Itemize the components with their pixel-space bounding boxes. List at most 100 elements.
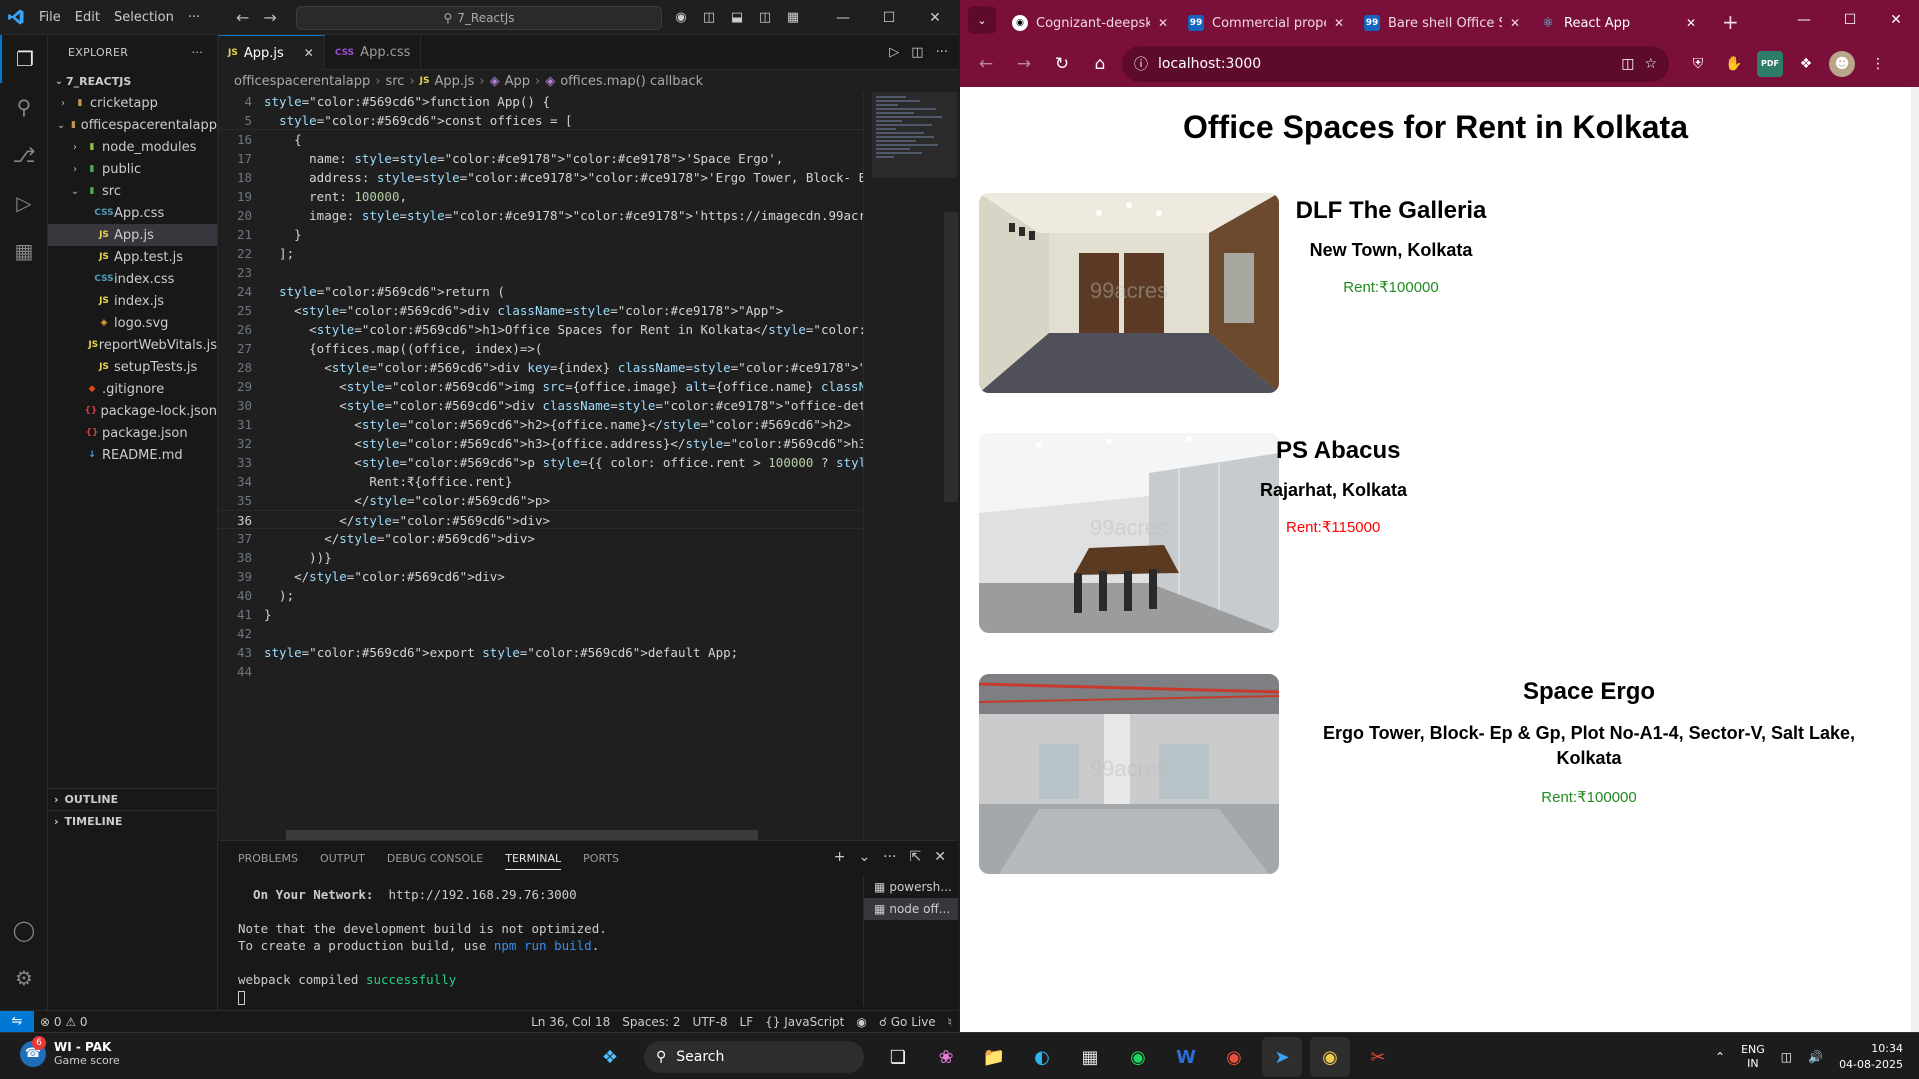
file-tree-item[interactable]: › ▮ public xyxy=(48,158,217,180)
breadcrumb-folder[interactable]: officespacerentalapp xyxy=(234,74,370,89)
spotify-icon[interactable]: ◉ xyxy=(1118,1037,1158,1077)
file-tree-item[interactable]: JS setupTests.js xyxy=(48,356,217,378)
tab-ports[interactable]: PORTS xyxy=(583,852,619,865)
copilot-status-icon[interactable]: ◉ xyxy=(850,1015,872,1029)
pdf-extension-icon[interactable]: PDF xyxy=(1757,50,1783,77)
file-tree-item[interactable]: ◈ logo.svg xyxy=(48,312,217,334)
chrome-tab-github[interactable]: ◉ Cognizant-deepskilling ✕ xyxy=(1002,6,1178,40)
horizontal-scrollbar[interactable] xyxy=(286,830,758,840)
file-tree-item[interactable]: {} package.json xyxy=(48,422,217,444)
workspace-root[interactable]: ⌄ 7_REACTJS xyxy=(48,70,217,92)
cursor-position[interactable]: Ln 36, Col 18 xyxy=(525,1015,616,1029)
encoding[interactable]: UTF-8 xyxy=(687,1015,734,1029)
back-arrow-icon[interactable]: ← xyxy=(970,48,1002,80)
minimap[interactable] xyxy=(863,92,958,838)
close-tab-icon[interactable]: ✕ xyxy=(1334,16,1344,30)
bookmark-star-icon[interactable]: ☆ xyxy=(1644,56,1657,72)
close-panel-icon[interactable]: ✕ xyxy=(934,849,946,865)
task-view-icon[interactable]: ❏ xyxy=(878,1037,918,1077)
close-icon[interactable]: ✕ xyxy=(1873,0,1919,40)
edge-browser-icon[interactable]: ◐ xyxy=(1022,1037,1062,1077)
file-explorer-icon[interactable]: 📁 xyxy=(974,1037,1014,1077)
close-tab-icon[interactable]: ✕ xyxy=(1686,16,1696,30)
close-tab-icon[interactable]: ✕ xyxy=(1158,16,1168,30)
tab-terminal[interactable]: TERMINAL xyxy=(505,847,562,870)
chrome-tab-react-app[interactable]: ⚛ React App ✕ xyxy=(1530,6,1706,40)
menu-selection[interactable]: Selection xyxy=(107,0,181,35)
split-editor-icon[interactable]: ◫ xyxy=(911,45,923,60)
timeline-section[interactable]: › TIMELINE xyxy=(48,810,217,832)
file-tree-item[interactable]: JS index.js xyxy=(48,290,217,312)
file-tree-item[interactable]: JS App.js xyxy=(48,224,217,246)
file-tree-item[interactable]: › ▮ node_modules xyxy=(48,136,217,158)
notifications-bell-icon[interactable]: ♮ xyxy=(942,1015,958,1029)
run-icon[interactable]: ▷ xyxy=(889,45,899,60)
menu-edit[interactable]: Edit xyxy=(68,0,107,35)
chevron-up-icon[interactable]: ⌃ xyxy=(1715,1050,1725,1064)
indentation[interactable]: Spaces: 2 xyxy=(616,1015,686,1029)
maximize-icon[interactable]: ☐ xyxy=(1827,0,1873,40)
volume-icon[interactable]: 🔊 xyxy=(1808,1050,1823,1064)
breadcrumb-file[interactable]: App.js xyxy=(434,74,474,89)
chrome-tab-bare-shell[interactable]: 99 Bare shell Office Space ✕ xyxy=(1354,6,1530,40)
file-tree-item[interactable]: CSS App.css xyxy=(48,202,217,224)
profile-avatar[interactable]: ☻ xyxy=(1829,50,1855,77)
extensions-icon[interactable]: ▦ xyxy=(0,227,48,275)
microsoft-store-icon[interactable]: ▦ xyxy=(1070,1037,1110,1077)
reload-icon[interactable]: ↻ xyxy=(1046,48,1078,80)
menu-file[interactable]: File xyxy=(32,0,68,35)
minimize-icon[interactable]: — xyxy=(820,0,866,35)
outline-section[interactable]: › OUTLINE xyxy=(48,788,217,810)
vertical-scrollbar[interactable] xyxy=(944,212,958,502)
minimize-icon[interactable]: — xyxy=(1781,0,1827,40)
terminal-powershell[interactable]: ▦ powersh... xyxy=(864,876,958,898)
file-tree-item[interactable]: CSS index.css xyxy=(48,268,217,290)
taskbar-search[interactable]: ⚲ Search xyxy=(644,1041,864,1073)
terminal-output[interactable]: On Your Network: http://192.168.29.76:30… xyxy=(238,886,868,1005)
file-tree-item[interactable]: ⌄ ▮ officespacerentalapp xyxy=(48,114,217,136)
command-search-box[interactable]: ⚲ 7_ReactJs xyxy=(296,6,662,30)
word-icon[interactable]: W xyxy=(1166,1037,1206,1077)
copilot-icon[interactable]: ❀ xyxy=(926,1037,966,1077)
terminal-network-url[interactable]: http://192.168.29.76:3000 xyxy=(389,887,577,902)
new-terminal-icon[interactable]: + xyxy=(834,849,846,865)
widgets-button[interactable]: ☎ 6 WI - PAK Game score xyxy=(20,1035,120,1067)
terminal-node[interactable]: ▦ node off... xyxy=(864,898,958,920)
explorer-icon[interactable]: ❐ xyxy=(0,35,48,83)
file-tree-item[interactable]: › ▮ cricketapp xyxy=(48,92,217,114)
breadcrumb-function[interactable]: App xyxy=(505,74,530,89)
tab-app-js[interactable]: JS App.js ✕ xyxy=(218,35,325,70)
copilot-icon[interactable]: ◉ xyxy=(672,9,690,27)
forward-arrow-icon[interactable]: → xyxy=(1008,48,1040,80)
toggle-sidebar-icon[interactable]: ◫ xyxy=(700,9,718,27)
file-tree-item[interactable]: {} package-lock.json xyxy=(48,400,218,422)
chrome-taskbar-icon[interactable]: ◉ xyxy=(1310,1037,1350,1077)
vscode-taskbar-icon[interactable]: ➤ xyxy=(1262,1037,1302,1077)
network-icon[interactable]: ◫ xyxy=(1781,1050,1792,1064)
breadcrumb-src[interactable]: src xyxy=(385,74,404,89)
snipping-tool-icon[interactable]: ✂ xyxy=(1358,1037,1398,1077)
explorer-more-icon[interactable]: ··· xyxy=(192,46,203,59)
layout-icon[interactable]: ▦ xyxy=(784,9,802,27)
chrome-menu-icon[interactable]: ⋮ xyxy=(1865,51,1891,77)
tab-search-icon[interactable]: ⌄ xyxy=(968,6,996,34)
more-actions-icon[interactable]: ··· xyxy=(936,45,948,60)
search-icon[interactable]: ⚲ xyxy=(0,83,48,131)
source-control-icon[interactable]: ⎇ xyxy=(0,131,48,179)
code-editor[interactable]: 4 style="color:#569cd6">function App() {5… xyxy=(218,92,863,838)
more-actions-icon[interactable]: ··· xyxy=(883,849,896,865)
extensions-puzzle-icon[interactable]: ❖ xyxy=(1793,51,1819,77)
file-tree-item[interactable]: JS App.test.js xyxy=(48,246,217,268)
menu-more[interactable]: ··· xyxy=(181,0,207,35)
shield-extension-icon[interactable]: ⛨ xyxy=(1685,51,1711,77)
close-tab-icon[interactable]: ✕ xyxy=(1510,16,1520,30)
file-tree-item[interactable]: ↓ README.md xyxy=(48,444,217,466)
chrome-tab-commercial[interactable]: 99 Commercial property ✕ xyxy=(1178,6,1354,40)
language-mode[interactable]: {} JavaScript xyxy=(759,1015,850,1029)
go-live[interactable]: ☌ Go Live xyxy=(873,1015,942,1029)
clock[interactable]: 10:34 04-08-2025 xyxy=(1839,1041,1903,1073)
file-tree-item[interactable]: JS reportWebVitals.js xyxy=(48,334,217,356)
remote-icon[interactable]: ⇋ xyxy=(0,1010,34,1033)
chrome-profile-icon[interactable]: ◉ xyxy=(1214,1037,1254,1077)
install-app-icon[interactable]: ◫ xyxy=(1621,56,1634,72)
